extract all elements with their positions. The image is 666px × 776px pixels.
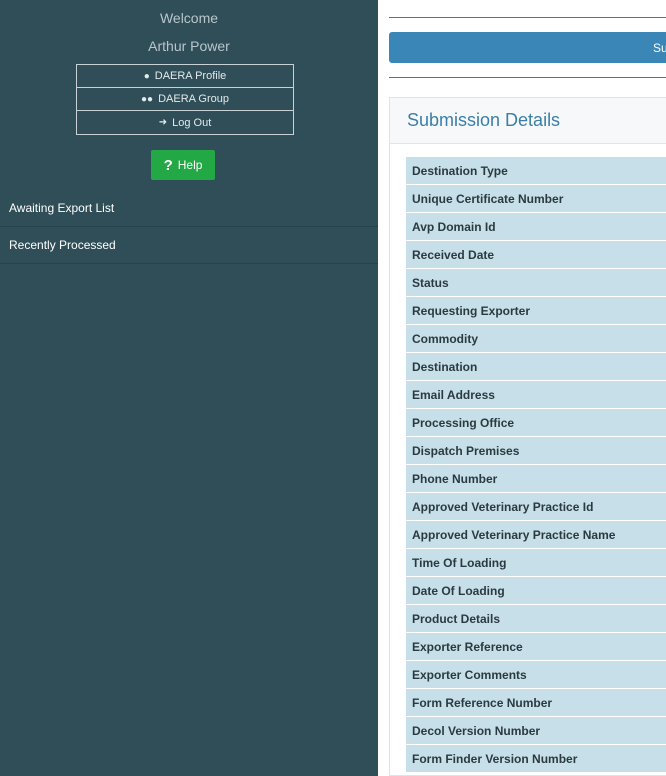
field-row: Dispatch Premises bbox=[406, 437, 666, 465]
submit-banner-button[interactable]: Su bbox=[389, 32, 666, 63]
question-icon: ? bbox=[163, 156, 173, 174]
nav-recently-processed[interactable]: Recently Processed bbox=[0, 227, 378, 264]
field-row: Avp Domain Id bbox=[406, 213, 666, 241]
sign-out-icon: ➜ bbox=[158, 117, 168, 128]
users-icon: ●● bbox=[140, 93, 154, 105]
user-icon: ● bbox=[143, 70, 150, 82]
user-name: Arthur Power bbox=[148, 38, 230, 54]
divider-top bbox=[389, 17, 666, 18]
field-row: Decol Version Number bbox=[406, 717, 666, 745]
field-row: Approved Veterinary Practice Name bbox=[406, 521, 666, 549]
main-content: Su Submission Details Destination Type Un… bbox=[378, 0, 666, 776]
help-label: Help bbox=[177, 158, 203, 172]
field-row: Exporter Comments bbox=[406, 661, 666, 689]
field-row: Requesting Exporter bbox=[406, 297, 666, 325]
field-row: Product Details bbox=[406, 605, 666, 633]
divider-bottom bbox=[389, 77, 666, 78]
log-out-label: Log Out bbox=[172, 116, 212, 129]
user-menu: ● DAERA Profile ●● DAERA Group ➜ Log Out bbox=[76, 64, 294, 135]
field-row: Processing Office bbox=[406, 409, 666, 437]
panel-title: Submission Details bbox=[390, 98, 666, 144]
help-button[interactable]: ? Help bbox=[151, 150, 215, 180]
daera-profile-button[interactable]: ● DAERA Profile bbox=[77, 65, 293, 88]
submission-details-panel: Submission Details Destination Type Uniqu… bbox=[389, 97, 666, 776]
welcome-text: Welcome bbox=[159, 10, 219, 26]
field-row: Phone Number bbox=[406, 465, 666, 493]
submit-banner-label: Su bbox=[653, 41, 666, 55]
field-row: Commodity bbox=[406, 325, 666, 353]
submission-fields-list: Destination Type Unique Certificate Numbe… bbox=[406, 157, 666, 773]
log-out-button[interactable]: ➜ Log Out bbox=[77, 111, 293, 134]
sidebar: Welcome Arthur Power ● DAERA Profile ●● … bbox=[0, 0, 378, 776]
field-row: Destination bbox=[406, 353, 666, 381]
field-row: Received Date bbox=[406, 241, 666, 269]
daera-group-button[interactable]: ●● DAERA Group bbox=[77, 88, 293, 111]
field-row: Time Of Loading bbox=[406, 549, 666, 577]
daera-group-label: DAERA Group bbox=[158, 93, 229, 105]
field-row: Form Reference Number bbox=[406, 689, 666, 717]
nav-awaiting-export-list[interactable]: Awaiting Export List bbox=[0, 190, 378, 227]
field-row: Date Of Loading bbox=[406, 577, 666, 605]
field-row: Approved Veterinary Practice Id bbox=[406, 493, 666, 521]
field-row: Status bbox=[406, 269, 666, 297]
field-row: Form Finder Version Number bbox=[406, 745, 666, 773]
field-row: Unique Certificate Number bbox=[406, 185, 666, 213]
field-row: Email Address bbox=[406, 381, 666, 409]
field-row: Exporter Reference bbox=[406, 633, 666, 661]
daera-profile-label: DAERA Profile bbox=[154, 70, 227, 82]
field-row: Destination Type bbox=[406, 157, 666, 185]
